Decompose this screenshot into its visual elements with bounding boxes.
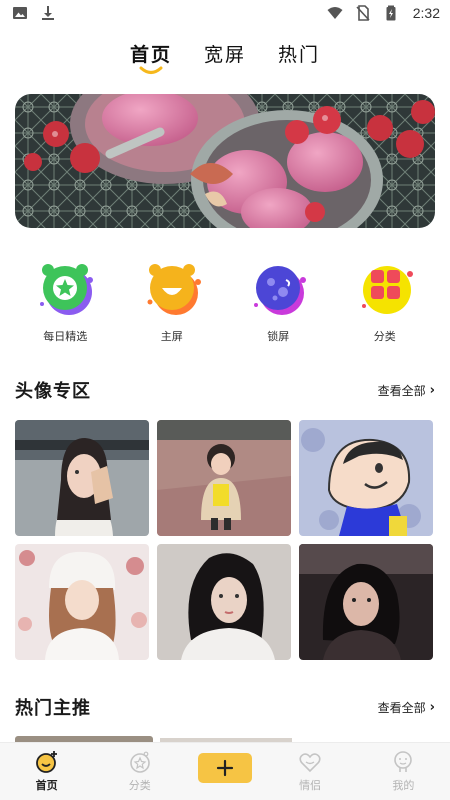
nav-profile[interactable]: 我的 [368, 750, 438, 793]
status-bar: 2:32 [0, 0, 450, 26]
avatar-tile[interactable] [157, 420, 291, 536]
quick-category-row: 每日精选 主屏 锁屏 分类 [0, 258, 450, 348]
avatar-image-cartoon-boy [299, 420, 433, 536]
plus-icon [216, 759, 234, 776]
download-icon [42, 6, 54, 20]
avatar-image-toddler [157, 420, 291, 536]
chevron-right-icon: › [429, 382, 435, 398]
quick-lock-screen-label: 锁屏 [267, 330, 290, 343]
banner-image [15, 94, 435, 228]
avatar-image-girl-knit-hat [15, 544, 149, 660]
nav-category-label: 分类 [128, 779, 151, 792]
tab-widescreen-label: 宽屏 [203, 44, 246, 66]
hot-see-all-label: 查看全部 [377, 700, 426, 715]
avatar-section-title: 头像专区 [15, 381, 91, 402]
quick-home-screen[interactable]: 主屏 [127, 258, 217, 348]
hot-see-all-link[interactable]: 查看全部 › [378, 699, 435, 716]
planet-face-icon [254, 266, 307, 315]
nav-couple-label: 情侣 [299, 779, 322, 792]
wifi-icon [327, 7, 343, 19]
avatar-tile[interactable] [299, 544, 433, 660]
top-tab-bar: 首页 宽屏 热门 [0, 40, 450, 84]
nav-category[interactable]: 分类 [105, 750, 175, 793]
category-icon [129, 751, 150, 773]
avatar-section-header: 头像专区 查看全部 › [15, 377, 435, 403]
nav-couple[interactable]: 情侣 [275, 750, 345, 793]
home-smile-icon [35, 751, 57, 773]
avatar-see-all-label: 查看全部 [377, 383, 426, 398]
couple-heart-icon [299, 753, 321, 773]
tab-popular[interactable]: 热门 [278, 40, 320, 72]
quick-daily-picks-label: 每日精选 [43, 330, 88, 343]
tab-popular-label: 热门 [278, 44, 321, 66]
tab-home-label: 首页 [129, 44, 172, 66]
tab-home[interactable]: 首页 [129, 40, 172, 74]
avatar-tile[interactable] [299, 420, 433, 536]
image-icon [13, 7, 27, 19]
profile-icon [394, 751, 413, 772]
quick-home-screen-label: 主屏 [160, 330, 183, 343]
avatar-image-girl-in-car [299, 544, 433, 660]
nav-profile-label: 我的 [392, 779, 415, 792]
quick-categories[interactable]: 分类 [340, 258, 430, 348]
avatar-image-girl-hand [15, 420, 149, 536]
quick-categories-label: 分类 [373, 330, 396, 343]
status-time: 2:32 [412, 5, 440, 21]
nav-home-label: 首页 [35, 779, 58, 792]
banner-carousel[interactable] [15, 94, 435, 228]
tab-widescreen[interactable]: 宽屏 [204, 40, 246, 72]
hot-section-title: 热门主推 [15, 698, 91, 719]
battery-charging-icon [386, 5, 396, 21]
tab-active-indicator [139, 66, 163, 74]
avatar-image-girl-white-sweater [157, 544, 291, 660]
avatar-tile[interactable] [15, 420, 149, 536]
add-button[interactable] [197, 752, 252, 783]
quick-daily-picks[interactable]: 每日精选 [20, 258, 110, 348]
avatar-tile[interactable] [157, 544, 291, 660]
avatar-grid [15, 420, 435, 660]
smile-cat-icon [147, 264, 201, 315]
hot-section-header: 热门主推 查看全部 › [15, 694, 435, 720]
nav-home[interactable]: 首页 [12, 750, 82, 793]
star-badge-icon [40, 264, 94, 315]
no-sim-icon [356, 5, 370, 21]
bottom-nav: 首页 分类 情侣 我的 [0, 742, 450, 800]
grid-tiles-icon [361, 266, 413, 314]
quick-lock-screen[interactable]: 锁屏 [233, 258, 323, 348]
chevron-right-icon: › [429, 699, 435, 715]
avatar-tile[interactable] [15, 544, 149, 660]
avatar-see-all-link[interactable]: 查看全部 › [378, 382, 435, 399]
